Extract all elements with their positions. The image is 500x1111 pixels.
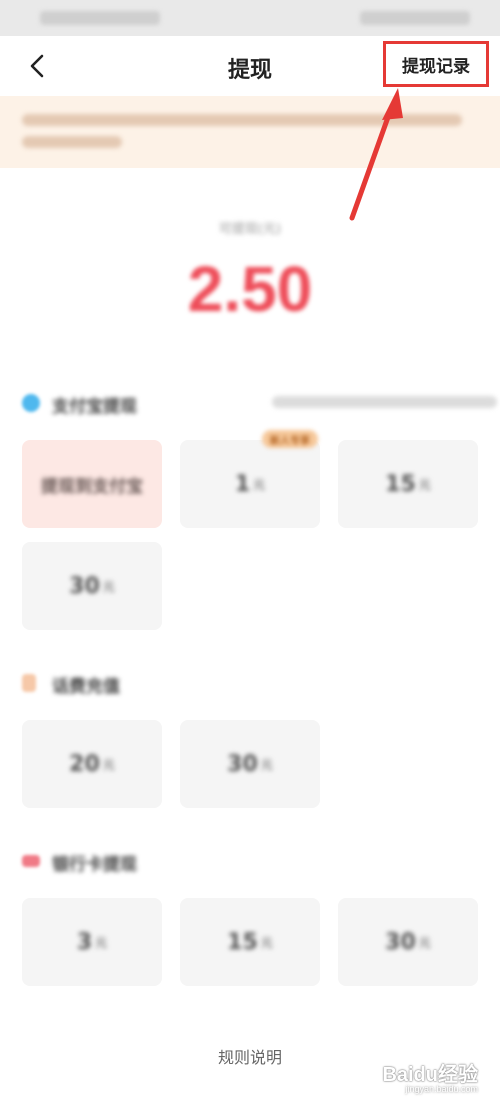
section-alipay-header: 支付宝提现 (22, 388, 497, 418)
option-bank-30[interactable]: 30 元 (338, 898, 478, 986)
option-value: 30 (385, 929, 416, 955)
section-title: 银行卡提现 (52, 855, 137, 875)
option-value: 3 (76, 929, 93, 955)
option-value: 20 (69, 751, 100, 777)
option-unit: 元 (260, 935, 273, 950)
balance-label: 可提现(元) (218, 222, 282, 237)
option-alipay-1[interactable]: 1 元 新人专享 (180, 430, 320, 528)
baidu-watermark: Baidu经验 (382, 1064, 478, 1086)
section-title: 支付宝提现 (52, 397, 137, 417)
bank-card-icon (22, 855, 40, 867)
option-value: 1 (234, 471, 251, 497)
phone-icon (22, 674, 36, 692)
option-value: 15 (385, 471, 416, 497)
option-bank-3[interactable]: 3 元 (22, 898, 162, 986)
option-unit: 元 (102, 579, 115, 594)
option-unit: 元 (253, 477, 266, 492)
option-unit: 元 (418, 935, 431, 950)
option-value: 30 (227, 751, 258, 777)
section-bank-header: 银行卡提现 (22, 846, 482, 876)
new-user-badge: 新人专享 (262, 430, 318, 448)
bound-account-info (272, 396, 497, 408)
option-value: 30 (69, 573, 100, 599)
option-unit: 元 (95, 935, 108, 950)
alipay-icon (22, 394, 40, 412)
option-alipay-15[interactable]: 15 元 (338, 440, 478, 528)
option-phone-20[interactable]: 20 元 (22, 720, 162, 808)
option-unit: 元 (418, 477, 431, 492)
option-alipay-selected[interactable]: 提现到支付宝 (22, 440, 162, 528)
option-unit: 元 (260, 757, 273, 772)
balance-amount: 2.50 (187, 253, 313, 325)
section-title: 话费充值 (52, 677, 120, 697)
option-phone-30[interactable]: 30 元 (180, 720, 320, 808)
option-unit: 元 (102, 757, 115, 772)
option-label: 提现到支付宝 (41, 476, 143, 497)
option-alipay-30[interactable]: 30 元 (22, 542, 162, 630)
baidu-watermark-url: jingyan.baidu.com (405, 1084, 478, 1094)
option-bank-15[interactable]: 15 元 (180, 898, 320, 986)
option-value: 15 (227, 929, 258, 955)
section-phone-header: 话费充值 (22, 668, 482, 698)
